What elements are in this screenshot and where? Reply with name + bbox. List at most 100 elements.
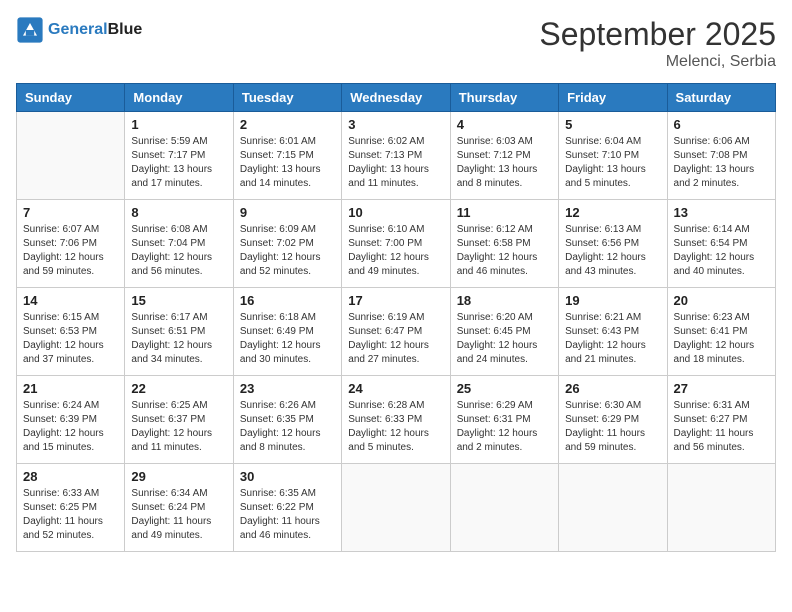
location: Melenci, Serbia (539, 53, 776, 71)
day-number: 28 (23, 469, 118, 484)
day-info: Sunrise: 6:07 AM Sunset: 7:06 PM Dayligh… (23, 223, 118, 279)
day-info: Sunrise: 6:20 AM Sunset: 6:45 PM Dayligh… (457, 311, 552, 367)
day-info: Sunrise: 6:01 AM Sunset: 7:15 PM Dayligh… (240, 135, 335, 191)
day-info: Sunrise: 6:31 AM Sunset: 6:27 PM Dayligh… (674, 399, 769, 455)
day-info: Sunrise: 6:23 AM Sunset: 6:41 PM Dayligh… (674, 311, 769, 367)
calendar-cell: 7 Sunrise: 6:07 AM Sunset: 7:06 PM Daylig… (17, 200, 125, 288)
calendar-cell: 26 Sunrise: 6:30 AM Sunset: 6:29 PM Dayli… (559, 376, 667, 464)
calendar-header-row: SundayMondayTuesdayWednesdayThursdayFrid… (17, 84, 776, 112)
calendar-cell: 10Sunrise: 6:10 AM Sunset: 7:00 PM Dayli… (342, 200, 450, 288)
day-number: 14 (23, 293, 118, 308)
calendar-cell: 27 Sunrise: 6:31 AM Sunset: 6:27 PM Dayli… (667, 376, 775, 464)
month-year: September 2025 (539, 16, 776, 53)
day-info: Sunrise: 6:30 AM Sunset: 6:29 PM Dayligh… (565, 399, 660, 455)
calendar-header-cell: Wednesday (342, 84, 450, 112)
calendar-cell: 4Sunrise: 6:03 AM Sunset: 7:12 PM Daylig… (450, 112, 558, 200)
day-info: Sunrise: 6:09 AM Sunset: 7:02 PM Dayligh… (240, 223, 335, 279)
day-info: Sunrise: 6:34 AM Sunset: 6:24 PM Dayligh… (131, 487, 226, 543)
calendar-cell: 9 Sunrise: 6:09 AM Sunset: 7:02 PM Daylig… (233, 200, 341, 288)
day-info: Sunrise: 6:13 AM Sunset: 6:56 PM Dayligh… (565, 223, 660, 279)
calendar-week-row: 7 Sunrise: 6:07 AM Sunset: 7:06 PM Daylig… (17, 200, 776, 288)
calendar-cell: 23 Sunrise: 6:26 AM Sunset: 6:35 PM Dayli… (233, 376, 341, 464)
day-info: Sunrise: 6:18 AM Sunset: 6:49 PM Dayligh… (240, 311, 335, 367)
calendar-cell: 28 Sunrise: 6:33 AM Sunset: 6:25 PM Dayli… (17, 464, 125, 552)
calendar-week-row: 14 Sunrise: 6:15 AM Sunset: 6:53 PM Dayli… (17, 288, 776, 376)
calendar-cell: 20 Sunrise: 6:23 AM Sunset: 6:41 PM Dayli… (667, 288, 775, 376)
calendar-header-cell: Monday (125, 84, 233, 112)
calendar-cell: 1 Sunrise: 5:59 AM Sunset: 7:17 PM Daylig… (125, 112, 233, 200)
day-number: 20 (674, 293, 769, 308)
day-info: Sunrise: 6:19 AM Sunset: 6:47 PM Dayligh… (348, 311, 443, 367)
day-info: Sunrise: 6:28 AM Sunset: 6:33 PM Dayligh… (348, 399, 443, 455)
logo-icon (16, 16, 44, 44)
title-area: September 2025 Melenci, Serbia (539, 16, 776, 71)
day-number: 13 (674, 205, 769, 220)
logo-line1: GeneralBlue (48, 20, 142, 39)
day-number: 6 (674, 117, 769, 132)
calendar-header-cell: Friday (559, 84, 667, 112)
calendar-cell: 30Sunrise: 6:35 AM Sunset: 6:22 PM Dayli… (233, 464, 341, 552)
day-info: Sunrise: 6:17 AM Sunset: 6:51 PM Dayligh… (131, 311, 226, 367)
day-number: 7 (23, 205, 118, 220)
day-number: 30 (240, 469, 335, 484)
day-number: 15 (131, 293, 226, 308)
calendar-cell: 19Sunrise: 6:21 AM Sunset: 6:43 PM Dayli… (559, 288, 667, 376)
calendar-cell (667, 464, 775, 552)
calendar-cell: 21Sunrise: 6:24 AM Sunset: 6:39 PM Dayli… (17, 376, 125, 464)
calendar-week-row: 21Sunrise: 6:24 AM Sunset: 6:39 PM Dayli… (17, 376, 776, 464)
calendar-cell: 8 Sunrise: 6:08 AM Sunset: 7:04 PM Daylig… (125, 200, 233, 288)
calendar-header-cell: Saturday (667, 84, 775, 112)
calendar-cell (450, 464, 558, 552)
day-info: Sunrise: 6:25 AM Sunset: 6:37 PM Dayligh… (131, 399, 226, 455)
day-number: 18 (457, 293, 552, 308)
calendar-cell: 18 Sunrise: 6:20 AM Sunset: 6:45 PM Dayli… (450, 288, 558, 376)
day-info: Sunrise: 6:10 AM Sunset: 7:00 PM Dayligh… (348, 223, 443, 279)
day-number: 29 (131, 469, 226, 484)
calendar-cell (342, 464, 450, 552)
day-number: 1 (131, 117, 226, 132)
day-number: 8 (131, 205, 226, 220)
day-info: Sunrise: 6:08 AM Sunset: 7:04 PM Dayligh… (131, 223, 226, 279)
calendar-cell: 12 Sunrise: 6:13 AM Sunset: 6:56 PM Dayli… (559, 200, 667, 288)
day-number: 2 (240, 117, 335, 132)
day-info: Sunrise: 6:29 AM Sunset: 6:31 PM Dayligh… (457, 399, 552, 455)
day-number: 23 (240, 381, 335, 396)
calendar-header-cell: Sunday (17, 84, 125, 112)
day-info: Sunrise: 6:14 AM Sunset: 6:54 PM Dayligh… (674, 223, 769, 279)
day-info: Sunrise: 6:26 AM Sunset: 6:35 PM Dayligh… (240, 399, 335, 455)
calendar-cell: 17 Sunrise: 6:19 AM Sunset: 6:47 PM Dayli… (342, 288, 450, 376)
calendar-cell: 3Sunrise: 6:02 AM Sunset: 7:13 PM Daylig… (342, 112, 450, 200)
day-number: 24 (348, 381, 443, 396)
day-number: 12 (565, 205, 660, 220)
day-number: 4 (457, 117, 552, 132)
day-number: 27 (674, 381, 769, 396)
day-number: 3 (348, 117, 443, 132)
header: GeneralBlue September 2025 Melenci, Serb… (16, 16, 776, 71)
day-info: Sunrise: 6:12 AM Sunset: 6:58 PM Dayligh… (457, 223, 552, 279)
calendar-cell: 5Sunrise: 6:04 AM Sunset: 7:10 PM Daylig… (559, 112, 667, 200)
calendar-cell: 24 Sunrise: 6:28 AM Sunset: 6:33 PM Dayli… (342, 376, 450, 464)
calendar-cell: 16Sunrise: 6:18 AM Sunset: 6:49 PM Dayli… (233, 288, 341, 376)
calendar-cell: 25 Sunrise: 6:29 AM Sunset: 6:31 PM Dayli… (450, 376, 558, 464)
day-number: 21 (23, 381, 118, 396)
day-info: Sunrise: 6:33 AM Sunset: 6:25 PM Dayligh… (23, 487, 118, 543)
calendar-body: 1 Sunrise: 5:59 AM Sunset: 7:17 PM Daylig… (17, 112, 776, 552)
calendar-cell: 29 Sunrise: 6:34 AM Sunset: 6:24 PM Dayli… (125, 464, 233, 552)
day-number: 17 (348, 293, 443, 308)
calendar-cell: 22Sunrise: 6:25 AM Sunset: 6:37 PM Dayli… (125, 376, 233, 464)
calendar-table: SundayMondayTuesdayWednesdayThursdayFrid… (16, 83, 776, 552)
calendar-header-cell: Tuesday (233, 84, 341, 112)
day-number: 26 (565, 381, 660, 396)
day-number: 9 (240, 205, 335, 220)
calendar-cell: 14 Sunrise: 6:15 AM Sunset: 6:53 PM Dayli… (17, 288, 125, 376)
day-info: Sunrise: 6:15 AM Sunset: 6:53 PM Dayligh… (23, 311, 118, 367)
day-number: 25 (457, 381, 552, 396)
day-number: 5 (565, 117, 660, 132)
calendar-cell: 11 Sunrise: 6:12 AM Sunset: 6:58 PM Dayli… (450, 200, 558, 288)
day-number: 11 (457, 205, 552, 220)
calendar-cell: 6Sunrise: 6:06 AM Sunset: 7:08 PM Daylig… (667, 112, 775, 200)
calendar-cell (559, 464, 667, 552)
calendar-cell (17, 112, 125, 200)
day-info: Sunrise: 5:59 AM Sunset: 7:17 PM Dayligh… (131, 135, 226, 191)
calendar-cell: 2 Sunrise: 6:01 AM Sunset: 7:15 PM Daylig… (233, 112, 341, 200)
